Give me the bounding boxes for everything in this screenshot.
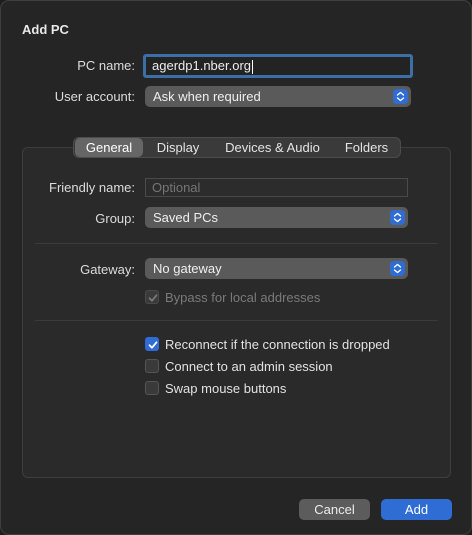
add-button[interactable]: Add bbox=[381, 499, 452, 520]
reconnect-label[interactable]: Reconnect if the connection is dropped bbox=[165, 337, 390, 352]
add-pc-dialog: Add PC PC name: agerdp1.nber.org User ac… bbox=[0, 0, 472, 535]
chevron-up-down-icon bbox=[393, 89, 408, 104]
user-account-label: User account: bbox=[54, 89, 135, 104]
divider bbox=[35, 243, 438, 244]
tab-bar: General Display Devices & Audio Folders bbox=[73, 137, 401, 158]
pc-name-value: agerdp1.nber.org bbox=[152, 58, 252, 73]
swap-mouse-checkbox[interactable] bbox=[145, 381, 159, 395]
friendly-name-input[interactable] bbox=[145, 178, 408, 197]
user-account-popup[interactable]: Ask when required bbox=[145, 86, 411, 107]
friendly-name-label: Friendly name: bbox=[49, 180, 135, 195]
checkmark-icon bbox=[148, 294, 158, 302]
gateway-label: Gateway: bbox=[80, 262, 135, 277]
group-popup[interactable]: Saved PCs bbox=[145, 207, 408, 228]
swap-mouse-label[interactable]: Swap mouse buttons bbox=[165, 381, 286, 396]
cancel-button[interactable]: Cancel bbox=[299, 499, 370, 520]
group-label: Group: bbox=[95, 211, 135, 226]
chevron-up-down-icon bbox=[390, 210, 405, 225]
checkmark-icon bbox=[148, 341, 158, 349]
user-account-value: Ask when required bbox=[153, 89, 261, 104]
dialog-title: Add PC bbox=[22, 22, 69, 37]
gateway-value: No gateway bbox=[153, 261, 222, 276]
reconnect-checkbox[interactable] bbox=[145, 337, 159, 351]
tab-display[interactable]: Display bbox=[144, 138, 212, 157]
admin-session-label[interactable]: Connect to an admin session bbox=[165, 359, 333, 374]
tab-folders[interactable]: Folders bbox=[333, 138, 400, 157]
tab-general[interactable]: General bbox=[75, 138, 143, 157]
text-caret bbox=[252, 59, 254, 74]
divider bbox=[35, 320, 438, 321]
admin-session-checkbox[interactable] bbox=[145, 359, 159, 373]
bypass-label: Bypass for local addresses bbox=[165, 290, 321, 305]
bypass-checkbox bbox=[145, 290, 159, 304]
pc-name-label: PC name: bbox=[77, 58, 135, 73]
tab-devices-audio[interactable]: Devices & Audio bbox=[213, 138, 332, 157]
chevron-up-down-icon bbox=[390, 261, 405, 276]
pc-name-input[interactable]: agerdp1.nber.org bbox=[143, 54, 413, 78]
group-value: Saved PCs bbox=[153, 210, 219, 225]
gateway-popup[interactable]: No gateway bbox=[145, 258, 408, 279]
